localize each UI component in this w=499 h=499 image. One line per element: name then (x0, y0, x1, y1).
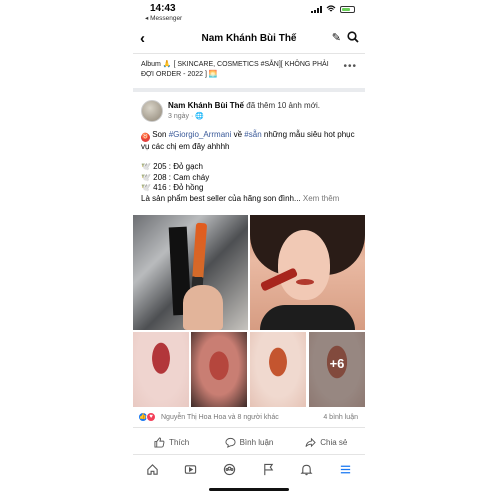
comment-label: Bình luận (239, 437, 274, 447)
shade-line: 🕊️ 205 : Đỏ gạch (141, 162, 203, 172)
post-intro: ♉ Son #Giorgio_Arrmani về #sẵn những mẫu… (141, 130, 357, 152)
photo-swatch-1[interactable] (133, 332, 189, 407)
video-icon (185, 464, 197, 474)
tab-pages[interactable] (262, 463, 275, 476)
share-label: Chia sẻ (320, 437, 348, 447)
phone-screen: 14:43 ◂ Messenger ‹ Nam Khánh Bùi Thế ✎ … (133, 0, 365, 499)
post-body: ♉ Son #Giorgio_Arrmani về #sẵn những mẫu… (133, 128, 365, 204)
sparkle-emoji-icon: ♉ (141, 133, 150, 142)
tab-home[interactable] (146, 463, 159, 476)
post-meta: 3 ngày · 🌐 (168, 112, 204, 120)
photo-grid: +6 (133, 215, 365, 407)
status-bar: 14:43 ◂ Messenger (133, 0, 365, 24)
header: ‹ Nam Khánh Bùi Thế ✎ (133, 24, 365, 54)
thumbs-up-icon (154, 436, 165, 448)
page-title: Nam Khánh Bùi Thế (201, 33, 297, 44)
photo-swatch-4-more[interactable]: +6 (309, 332, 365, 407)
pencil-icon[interactable]: ✎ (332, 31, 341, 44)
post-text-segment: Son (150, 130, 169, 139)
groups-icon (223, 463, 236, 475)
bell-icon (300, 464, 313, 475)
post-header: Nam Khánh Bùi Thế đã thêm 10 ảnh mới. 3 … (133, 98, 365, 128)
bottom-tab-bar (133, 458, 365, 480)
author-name[interactable]: Nam Khánh Bùi Thế (168, 101, 244, 110)
love-reaction-icon: ♥ (146, 412, 156, 422)
post-author-line: Nam Khánh Bùi Thế đã thêm 10 ảnh mới. (168, 101, 320, 110)
photo-lipstick-box[interactable] (133, 215, 248, 330)
wifi-icon (326, 5, 336, 12)
photo-swatch-2[interactable] (191, 332, 247, 407)
avatar[interactable] (141, 100, 163, 122)
album-header[interactable]: Album 🙏 [ SKINCARE, COSMETICS #SẴN][ KHÔ… (133, 54, 365, 92)
comment-count[interactable]: 4 bình luận (323, 414, 358, 421)
tab-groups[interactable] (223, 463, 236, 476)
home-indicator (209, 488, 289, 491)
search-icon[interactable] (347, 31, 359, 43)
share-button[interactable]: Chia sẻ (288, 430, 365, 454)
comment-button[interactable]: Bình luận (210, 430, 287, 454)
hamburger-menu-icon (340, 465, 351, 473)
flag-icon (264, 463, 274, 475)
status-time: 14:43 (150, 3, 176, 14)
reaction-summary[interactable]: 👍 ♥ Nguyễn Thị Hoa Hoa và 8 người khác 4… (133, 410, 365, 428)
hashtag-giorgio[interactable]: #Giorgio_Arrmani (169, 130, 232, 139)
share-arrow-icon (305, 437, 316, 447)
cellular-signal-icon (311, 5, 322, 13)
comment-bubble-icon (225, 437, 236, 448)
photo-swatch-3[interactable] (250, 332, 306, 407)
reactor-names[interactable]: Nguyễn Thị Hoa Hoa và 8 người khác (161, 414, 279, 421)
post-time[interactable]: 3 ngày · (168, 113, 195, 120)
shade-line: 🕊️ 208 : Cam cháy (141, 172, 210, 182)
back-to-messenger-link[interactable]: ◂ Messenger (145, 14, 182, 22)
album-title[interactable]: Album 🙏 [ SKINCARE, COSMETICS #SẴN][ KHÔ… (141, 61, 329, 78)
post-actions: Thích Bình luận Chia sẻ (133, 430, 365, 455)
tab-notifications[interactable] (300, 463, 313, 476)
see-more-link[interactable]: Xem thêm (303, 194, 339, 203)
like-label: Thích (169, 437, 190, 447)
photo-model[interactable] (250, 215, 365, 330)
tab-watch[interactable] (184, 463, 197, 476)
more-options-icon[interactable]: ••• (343, 62, 357, 72)
post-action-text: đã thêm 10 ảnh mới. (244, 101, 320, 110)
shade-line: 🕊️ 416 : Đỏ hồng (141, 183, 204, 193)
home-icon (147, 463, 158, 475)
summary-text: Là sản phẩm best seller của hãng son đìn… (141, 193, 303, 203)
globe-icon: 🌐 (195, 113, 204, 120)
status-indicators (311, 5, 355, 13)
tab-menu[interactable] (339, 463, 352, 476)
hashtag-san[interactable]: #sẵn (244, 130, 261, 139)
battery-icon (340, 5, 355, 13)
reaction-icons: 👍 ♥ (138, 412, 156, 422)
post-text-segment: về (231, 130, 245, 139)
post-summary: Là sản phẩm best seller của hãng son đìn… (141, 194, 357, 204)
like-button[interactable]: Thích (133, 430, 210, 454)
more-photos-count: +6 (329, 356, 345, 371)
